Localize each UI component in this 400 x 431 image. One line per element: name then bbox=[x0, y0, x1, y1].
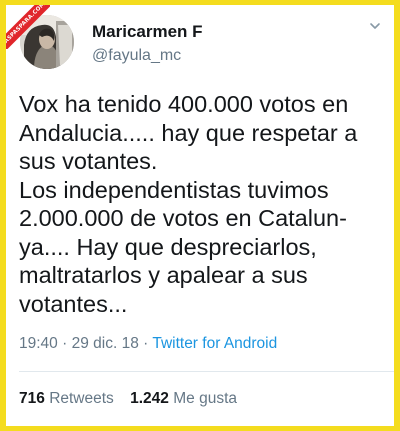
meta-separator: · bbox=[143, 335, 149, 352]
retweets-label: Retweets bbox=[49, 390, 114, 407]
tweet-line: Andalucia..... hay que respetar a bbox=[19, 119, 358, 146]
likes-count: 1.242 bbox=[130, 390, 169, 407]
user-handle[interactable]: @fayula_mc bbox=[92, 47, 181, 65]
tweet-card: ASPASPARA.COM Maricarmen F @fayula_mc Vo… bbox=[6, 5, 394, 426]
retweets-stat[interactable]: 716 Retweets bbox=[19, 390, 118, 407]
watermark-badge: ASPASPARA.COM bbox=[6, 5, 50, 49]
retweets-count: 716 bbox=[19, 390, 45, 407]
tweet-body: Vox ha tenido 400.000 votos en Andalucia… bbox=[19, 90, 389, 318]
meta-separator: · bbox=[62, 335, 68, 352]
tweet-line: maltratarlos y apalear a sus bbox=[19, 262, 308, 288]
engagement-stats: 716 Retweets 1.242 Me gusta bbox=[19, 390, 249, 408]
likes-stat[interactable]: 1.242 Me gusta bbox=[130, 390, 237, 407]
display-name[interactable]: Maricarmen F bbox=[92, 22, 203, 42]
chevron-down-icon[interactable] bbox=[368, 19, 382, 33]
tweet-line: Vox ha tenido 400.000 votos en bbox=[19, 91, 349, 117]
divider bbox=[19, 371, 394, 372]
tweet-line: ya.... Hay que despreciarlos, bbox=[19, 233, 317, 260]
watermark-text: ASPASPARA.COM bbox=[6, 5, 50, 49]
tweet-line: 2.000.000 de votos en Catalun- bbox=[19, 205, 347, 231]
tweet-line: Los independentistas tuvimos bbox=[19, 176, 329, 203]
tweet-metadata: 19:40 · 29 dic. 18 · Twitter for Android bbox=[19, 335, 277, 353]
likes-label: Me gusta bbox=[173, 390, 237, 407]
tweet-line: sus votantes. bbox=[19, 148, 158, 174]
tweet-time[interactable]: 19:40 bbox=[19, 335, 58, 352]
source-app-link[interactable]: Twitter for Android bbox=[152, 335, 277, 352]
tweet-date[interactable]: 29 dic. 18 bbox=[72, 335, 139, 352]
tweet-line: votantes... bbox=[19, 290, 128, 317]
